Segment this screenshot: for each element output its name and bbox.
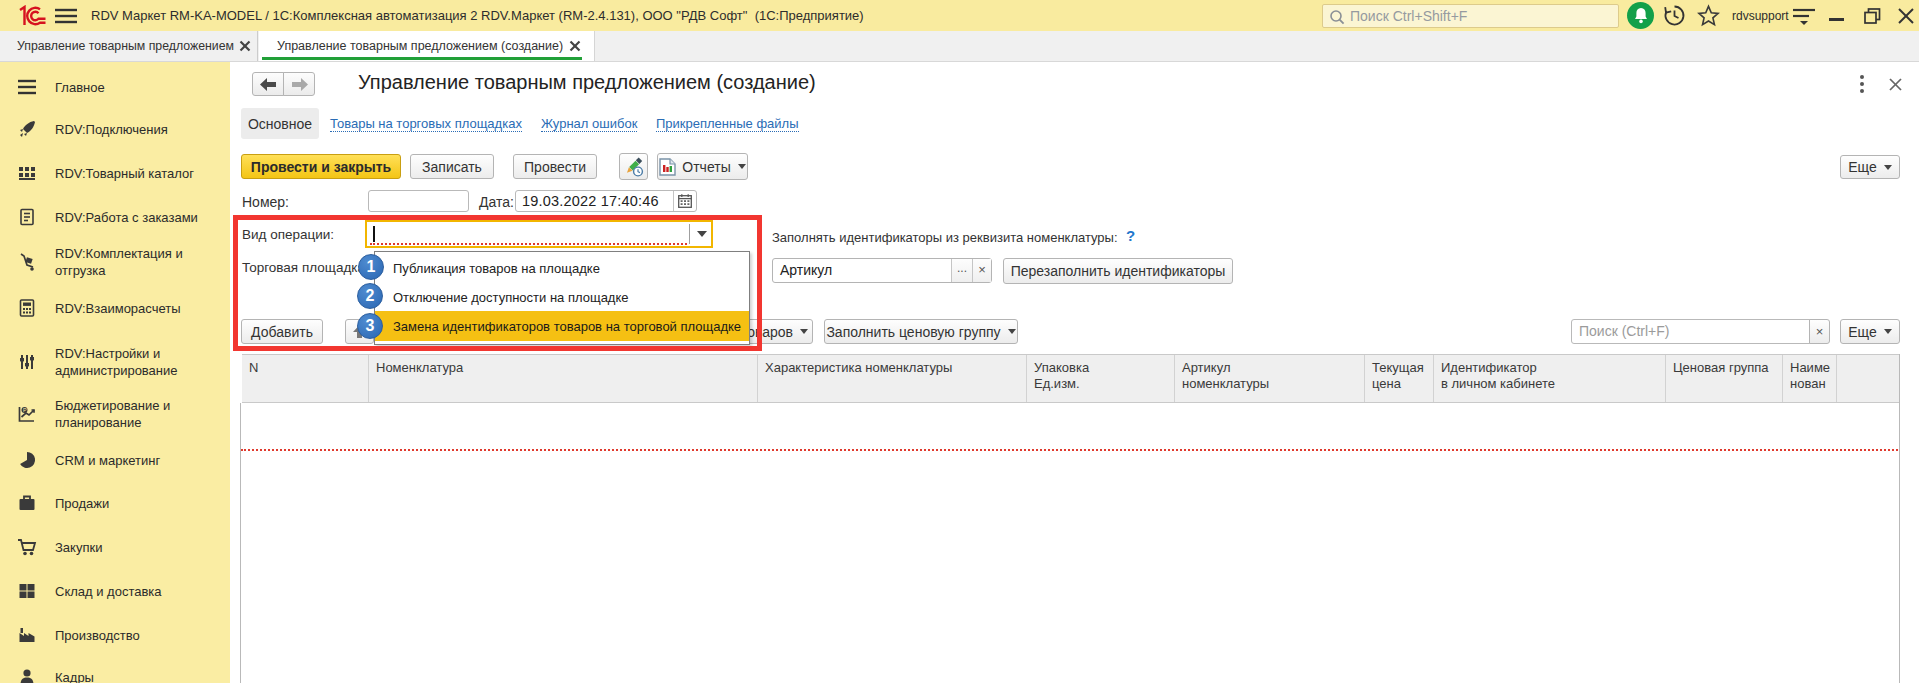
svg-text:Р: Р <box>23 407 27 413</box>
